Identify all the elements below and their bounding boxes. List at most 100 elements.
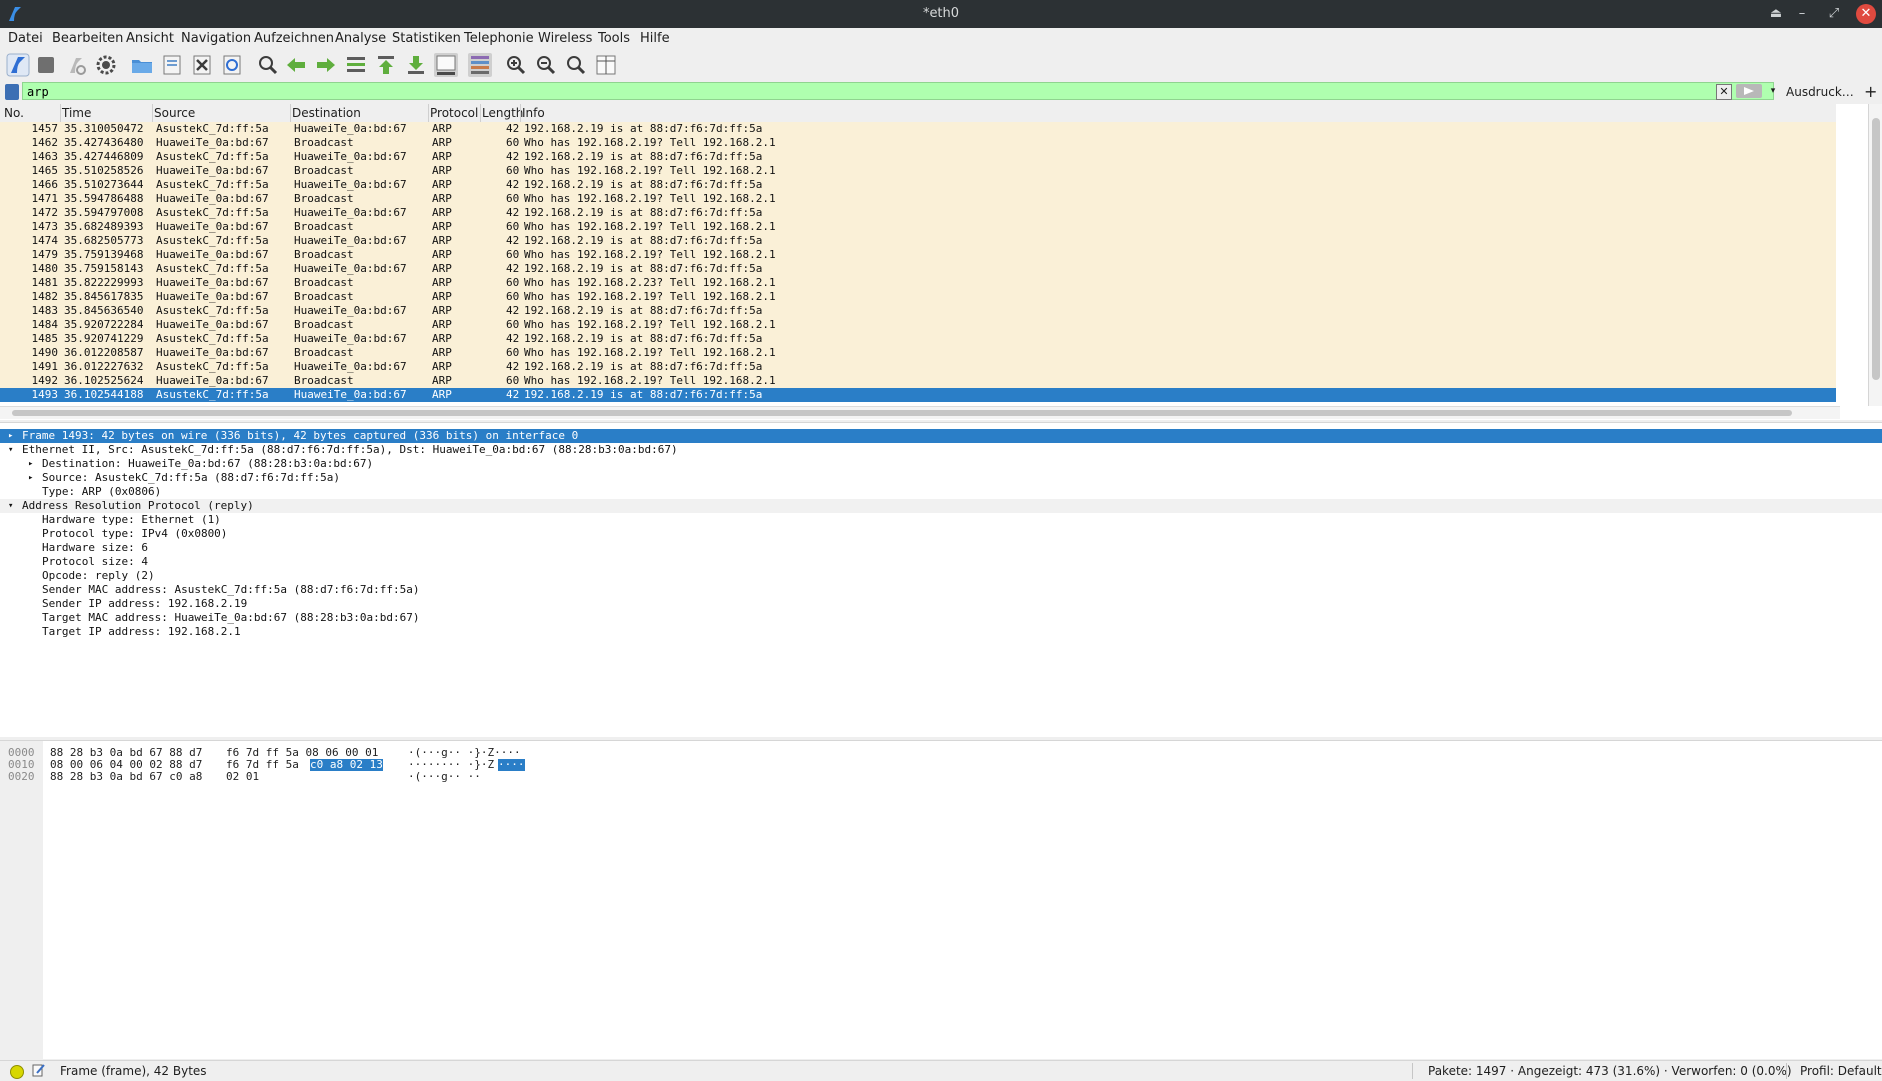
detail-tree-item[interactable]: Protocol type: IPv4 (0x0800) (0, 527, 1882, 541)
window-keep-above-icon[interactable]: ⏏ (1766, 4, 1786, 24)
zoom-in-icon[interactable] (504, 53, 528, 77)
go-to-packet-icon[interactable] (344, 53, 368, 77)
column-time[interactable]: Time (62, 106, 91, 120)
packet-row[interactable]: 1457 35.310050472 AsustekC_7d:ff:5a HuaweiT… (0, 122, 1836, 136)
add-filter-button[interactable]: + (1864, 82, 1877, 101)
go-first-icon[interactable] (374, 53, 398, 77)
window-maximize-icon[interactable]: ⤢ (1824, 4, 1844, 24)
zoom-normal-icon[interactable] (564, 53, 588, 77)
auto-scroll-icon[interactable] (434, 53, 458, 77)
filter-history-dropdown-icon[interactable]: ▾ (1766, 84, 1780, 98)
detail-tree-item[interactable]: Type: ARP (0x0806) (0, 485, 1882, 499)
column-protocol[interactable]: Protocol (430, 106, 478, 120)
packet-list-vertical-scrollbar[interactable] (1868, 104, 1882, 406)
packet-row[interactable]: 1491 36.012227632 AsustekC_7d:ff:5a HuaweiT… (0, 360, 1836, 374)
stop-icon[interactable] (34, 53, 58, 77)
tree-collapse-icon[interactable]: ▾ (8, 443, 13, 457)
column-separator[interactable] (480, 104, 481, 122)
packet-row[interactable]: 1472 35.594797008 AsustekC_7d:ff:5a HuaweiT… (0, 206, 1836, 220)
column-no[interactable]: No. (4, 106, 24, 120)
packet-row[interactable]: 1483 35.845636540 AsustekC_7d:ff:5a HuaweiT… (0, 304, 1836, 318)
tree-expand-icon[interactable]: ▸ (8, 429, 13, 443)
column-destination[interactable]: Destination (292, 106, 361, 120)
bytes-row[interactable]: 0010 08 00 06 04 00 02 88 d7 f6 7d ff 5a c0… (0, 759, 1882, 771)
packet-list-horizontal-scrollbar[interactable] (0, 406, 1840, 419)
menu-bearbeiten[interactable]: Bearbeiten (52, 31, 123, 46)
go-last-icon[interactable] (404, 53, 428, 77)
column-separator[interactable] (290, 104, 291, 122)
packet-row[interactable]: 1465 35.510258526 HuaweiTe_0a:bd:67 Broadca… (0, 164, 1836, 178)
packet-row[interactable]: 1480 35.759158143 AsustekC_7d:ff:5a HuaweiT… (0, 262, 1836, 276)
detail-tree-item[interactable]: ▸ Destination: HuaweiTe_0a:bd:67 (88:28:b… (0, 457, 1882, 471)
resize-columns-icon[interactable] (594, 53, 618, 77)
detail-tree-item[interactable]: ▾ Ethernet II, Src: AsustekC_7d:ff:5a (88… (0, 443, 1882, 457)
tree-collapse-icon[interactable]: ▾ (8, 499, 13, 513)
packet-row[interactable]: 1466 35.510273644 AsustekC_7d:ff:5a HuaweiT… (0, 178, 1836, 192)
clear-filter-icon[interactable]: ✕ (1716, 84, 1732, 100)
column-length[interactable]: Length (482, 106, 523, 120)
menu-tools[interactable]: Tools (598, 31, 630, 46)
expert-info-led-icon[interactable] (10, 1065, 24, 1079)
expression-button[interactable]: Ausdruck… (1786, 85, 1854, 99)
arrow-left-icon[interactable] (284, 53, 308, 77)
packet-row[interactable]: 1471 35.594786488 HuaweiTe_0a:bd:67 Broadca… (0, 192, 1836, 206)
menu-wireless[interactable]: Wireless (538, 31, 592, 46)
detail-tree-item[interactable]: ▸ Frame 1493: 42 bytes on wire (336 bits)… (0, 429, 1882, 443)
window-close-icon[interactable]: ✕ (1856, 4, 1876, 24)
window-minimize-icon[interactable]: – (1792, 4, 1812, 24)
detail-tree-item[interactable]: ▸ Source: AsustekC_7d:ff:5a (88:d7:f6:7d:… (0, 471, 1882, 485)
restart-icon[interactable] (64, 53, 88, 77)
packet-row[interactable]: 1474 35.682505773 AsustekC_7d:ff:5a HuaweiT… (0, 234, 1836, 248)
menu-aufzeichnen[interactable]: Aufzeichnen (254, 31, 334, 46)
reload-icon[interactable] (220, 53, 244, 77)
detail-tree-item[interactable]: Target IP address: 192.168.2.1 (0, 625, 1882, 639)
tree-expand-icon[interactable]: ▸ (28, 471, 33, 485)
arrow-right-icon[interactable] (314, 53, 338, 77)
packet-row[interactable]: 1463 35.427446809 AsustekC_7d:ff:5a HuaweiT… (0, 150, 1836, 164)
bookmark-icon[interactable] (5, 84, 19, 100)
menu-hilfe[interactable]: Hilfe (640, 31, 670, 46)
detail-tree-item[interactable]: Protocol size: 4 (0, 555, 1882, 569)
apply-filter-icon[interactable] (1736, 84, 1762, 98)
packet-row[interactable]: 1473 35.682489393 HuaweiTe_0a:bd:67 Broadca… (0, 220, 1836, 234)
close-file-icon[interactable] (190, 53, 214, 77)
packet-row[interactable]: 1490 36.012208587 HuaweiTe_0a:bd:67 Broadca… (0, 346, 1836, 360)
detail-tree-item[interactable]: Target MAC address: HuaweiTe_0a:bd:67 (8… (0, 611, 1882, 625)
menu-statistiken[interactable]: Statistiken (392, 31, 461, 46)
start-capture-icon[interactable] (6, 53, 30, 77)
menu-telephonie[interactable]: Telephonie (464, 31, 534, 46)
column-source[interactable]: Source (154, 106, 195, 120)
menu-datei[interactable]: Datei (8, 31, 43, 46)
packet-row[interactable]: 1492 36.102525624 HuaweiTe_0a:bd:67 Broadca… (0, 374, 1836, 388)
folder-open-icon[interactable] (130, 53, 154, 77)
menu-analyse[interactable]: Analyse (335, 31, 386, 46)
colorize-icon[interactable] (468, 53, 492, 77)
detail-tree-item[interactable]: Hardware type: Ethernet (1) (0, 513, 1882, 527)
packet-row[interactable]: 1479 35.759139468 HuaweiTe_0a:bd:67 Broadca… (0, 248, 1836, 262)
status-profile[interactable]: Profil: Default (1800, 1064, 1882, 1078)
column-separator[interactable] (60, 104, 61, 122)
menu-navigation[interactable]: Navigation (181, 31, 251, 46)
packet-row[interactable]: 1485 35.920741229 AsustekC_7d:ff:5a HuaweiT… (0, 332, 1836, 346)
search-icon[interactable] (256, 53, 280, 77)
zoom-out-icon[interactable] (534, 53, 558, 77)
bytes-row[interactable]: 0020 88 28 b3 0a bd 67 c0 a8 02 01 ·(···g··… (0, 771, 1882, 783)
menu-ansicht[interactable]: Ansicht (126, 31, 174, 46)
detail-tree-item[interactable]: ▾ Address Resolution Protocol (reply) (0, 499, 1882, 513)
column-info[interactable]: Info (522, 106, 545, 120)
detail-tree-item[interactable]: Opcode: reply (2) (0, 569, 1882, 583)
column-separator[interactable] (428, 104, 429, 122)
packet-row[interactable]: 1481 35.822229993 HuaweiTe_0a:bd:67 Broadca… (0, 276, 1836, 290)
capture-comment-icon[interactable] (32, 1063, 46, 1077)
packet-row[interactable]: 1484 35.920722284 HuaweiTe_0a:bd:67 Broadca… (0, 318, 1836, 332)
gear-icon[interactable] (94, 53, 118, 77)
tree-expand-icon[interactable]: ▸ (28, 457, 33, 471)
packet-row[interactable]: 1493 36.102544188 AsustekC_7d:ff:5a HuaweiT… (0, 388, 1836, 402)
packet-row[interactable]: 1462 35.427436480 HuaweiTe_0a:bd:67 Broadca… (0, 136, 1836, 150)
packet-row[interactable]: 1482 35.845617835 HuaweiTe_0a:bd:67 Broadca… (0, 290, 1836, 304)
display-filter-input[interactable]: arp (22, 82, 1774, 100)
detail-tree-item[interactable]: Sender IP address: 192.168.2.19 (0, 597, 1882, 611)
detail-tree-item[interactable]: Sender MAC address: AsustekC_7d:ff:5a (8… (0, 583, 1882, 597)
file-icon[interactable] (160, 53, 184, 77)
column-separator[interactable] (152, 104, 153, 122)
